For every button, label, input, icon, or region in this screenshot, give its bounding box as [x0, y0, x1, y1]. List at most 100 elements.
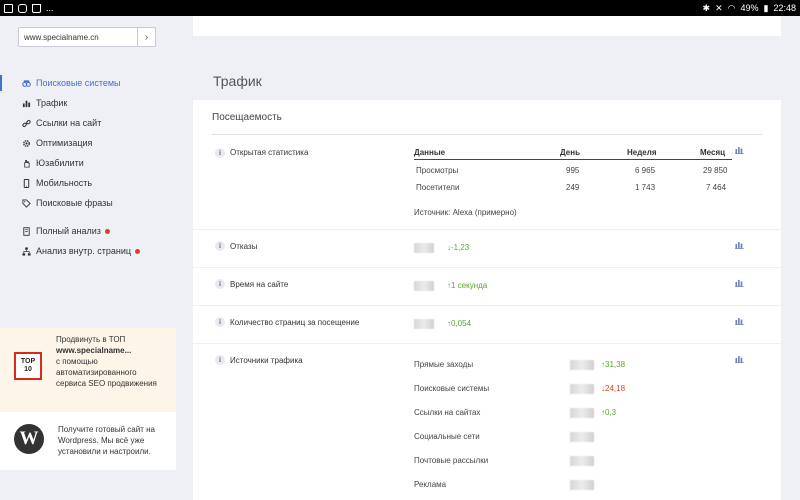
row-label: Отказы [230, 242, 258, 251]
info-icon[interactable]: i [215, 355, 225, 365]
traffic-source-label: Прямые заходы [414, 360, 474, 369]
promo-site-name: www.specialname... [56, 346, 132, 355]
top10-logo-number: 10 [24, 366, 32, 373]
bar-chart-icon [22, 99, 31, 108]
nav-item-label: Поисковые фразы [36, 198, 113, 208]
nav-item-label: Мобильность [36, 178, 93, 188]
more-notifications: ... [46, 3, 54, 13]
nav-item-label: Трафик [36, 98, 68, 108]
nav-item-label: Поисковые системы [36, 78, 121, 88]
top10-logo-top: TOP [20, 358, 36, 365]
row-label: Источники трафика [230, 356, 303, 365]
hidden-value [570, 408, 594, 418]
nav-item-usability[interactable]: Юзабилити [0, 153, 176, 173]
table-header: Данные [414, 148, 446, 157]
row-bounces: i Отказы ↓-1,23 [193, 230, 781, 268]
nav-item-label: Полный анализ [36, 226, 101, 236]
promo-text: Продвинуть в ТОП www.specialname... с по… [56, 334, 164, 412]
traffic-card: Посещаемость i Открытая статистика Данны… [193, 100, 781, 500]
table-cell: Посетители [416, 183, 460, 192]
nav-item-search-engines[interactable]: Поисковые системы [0, 73, 176, 93]
nav-item-inner-pages-analysis[interactable]: Анализ внутр. страниц [0, 241, 176, 261]
info-icon[interactable]: i [215, 317, 225, 327]
battery-percent: 49% [740, 3, 759, 13]
traffic-source-label: Почтовые рассылки [414, 456, 489, 465]
hidden-value [414, 319, 434, 329]
traffic-source-label: Ссылки на сайтах [414, 408, 481, 417]
chart-icon[interactable] [735, 279, 744, 287]
info-icon[interactable]: i [215, 241, 225, 251]
stats-source: Источник: Alexa (примерно) [414, 208, 517, 217]
document-icon [22, 226, 31, 236]
table-cell: Просмотры [416, 166, 459, 175]
table-header: Неделя [627, 148, 657, 157]
link-icon [22, 119, 31, 128]
delta-value: ↓-1,23 [447, 243, 470, 252]
nav-item-backlinks[interactable]: Ссылки на сайт [0, 113, 176, 133]
table-header-rule [414, 159, 732, 160]
row-pages-per-visit: i Количество страниц за посещение ↑0,054 [193, 306, 781, 344]
delta-value: ↓24,18 [601, 384, 626, 393]
delta-text: 31,38 [605, 360, 626, 369]
search-engines-icon [22, 79, 31, 88]
traffic-source-label: Социальные сети [414, 432, 480, 441]
sitemap-icon [22, 246, 31, 256]
row-time-on-site: i Время на сайте ↑1 секунда [193, 268, 781, 306]
hidden-value [570, 456, 594, 466]
nav-item-search-phrases[interactable]: Поисковые фразы [0, 193, 176, 213]
chart-icon[interactable] [735, 241, 744, 249]
clock: 22:48 [773, 3, 796, 13]
mute-icon: ✕ [715, 2, 723, 13]
nav-item-full-analysis[interactable]: Полный анализ [0, 221, 176, 241]
new-badge-dot [135, 248, 141, 254]
card-divider [212, 134, 762, 135]
wordpress-promo[interactable]: W Получите готовый сайт на Wordpress. Мы… [0, 412, 176, 470]
info-icon[interactable]: i [215, 148, 225, 158]
delta-text: -1,23 [451, 243, 470, 252]
row-label: Количество страниц за посещение [230, 318, 360, 327]
nav-item-optimization[interactable]: Оптимизация [0, 133, 176, 153]
go-button[interactable]: › [138, 27, 156, 47]
card-title: Посещаемость [212, 112, 282, 123]
hidden-value [414, 243, 434, 253]
nav-item-mobility[interactable]: Мобильность [0, 173, 176, 193]
hidden-value [570, 480, 594, 490]
chart-icon[interactable] [735, 146, 744, 154]
android-status-bar: ... ✱ ✕ ◠ 49% ▮ 22:48 [0, 0, 800, 16]
top10-promo[interactable]: TOP 10 Продвинуть в ТОП www.specialname.… [0, 328, 176, 412]
hand-icon [22, 159, 31, 168]
hidden-value [570, 384, 594, 394]
delta-text: 0,054 [451, 319, 472, 328]
wifi-icon: ◠ [727, 2, 736, 13]
nav-item-traffic[interactable]: Трафик [0, 93, 176, 113]
hidden-value [570, 360, 594, 370]
table-cell: 6 965 [635, 166, 656, 175]
sidebar: › Поисковые системы Трафик Ссылки на сай… [0, 16, 176, 500]
info-icon[interactable]: i [215, 279, 225, 289]
site-search-box: › [18, 27, 156, 47]
delta-text: 24,18 [605, 384, 626, 393]
sidebar-nav: Поисковые системы Трафик Ссылки на сайт … [0, 73, 176, 261]
table-header: День [560, 148, 580, 157]
site-url-input[interactable] [18, 27, 138, 47]
delta-text: 0,3 [605, 408, 617, 417]
gallery-icon [4, 3, 13, 13]
table-cell: 995 [566, 166, 580, 175]
nav-item-label: Анализ внутр. страниц [36, 246, 132, 256]
traffic-source-label: Реклама [414, 480, 447, 489]
table-header: Месяц [700, 148, 726, 157]
store-icon [32, 3, 41, 13]
nav-item-label: Ссылки на сайт [36, 118, 102, 128]
row-open-stats: i Открытая статистика Данные День Неделя… [193, 140, 781, 230]
table-cell: 1 743 [635, 183, 656, 192]
gear-icon [22, 139, 31, 148]
table-cell: 7 464 [706, 183, 727, 192]
hidden-value [414, 281, 434, 291]
chart-icon[interactable] [735, 317, 744, 325]
chart-icon[interactable] [735, 355, 744, 363]
table-cell: 29 850 [703, 166, 728, 175]
row-traffic-sources: i Источники трафика Прямые заходы ↑31,38… [193, 344, 781, 500]
promo-line3: с помощью автоматизированного сервиса SE… [56, 357, 157, 388]
wordpress-promo-text: Получите готовый сайт на Wordpress. Мы в… [58, 425, 155, 456]
